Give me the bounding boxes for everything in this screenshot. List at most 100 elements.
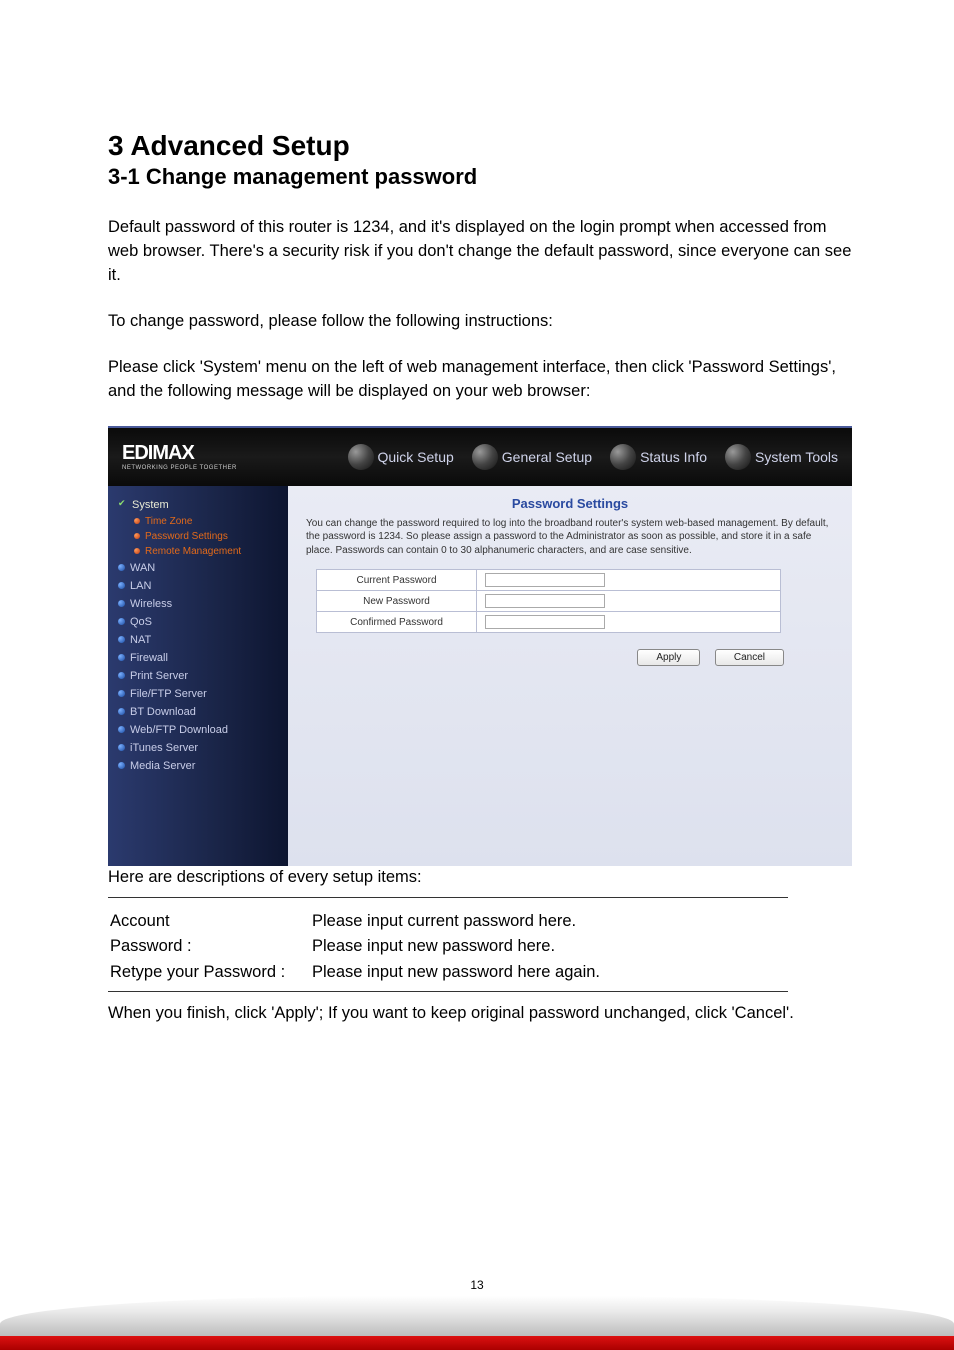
password-form-table: Current Password New Password Confirmed … (316, 569, 781, 633)
bullet-icon (118, 762, 125, 769)
sidebar-item-web-ftp-download[interactable]: Web/FTP Download (118, 721, 288, 739)
sidebar-item-label: File/FTP Server (130, 688, 207, 700)
bullet-icon (118, 564, 125, 571)
sidebar-item-label: Media Server (130, 760, 195, 772)
sidebar-item-wan[interactable]: WAN (118, 559, 288, 577)
apply-button[interactable]: Apply (637, 649, 700, 666)
sidebar-item-label: Web/FTP Download (130, 724, 228, 736)
globe-icon (472, 444, 498, 470)
current-password-input[interactable] (485, 573, 605, 587)
sidebar-item-media-server[interactable]: Media Server (118, 757, 288, 775)
table-row: New Password (317, 591, 781, 612)
nav-status-info[interactable]: Status Info (610, 444, 707, 470)
nav-label: System Tools (755, 449, 838, 465)
table-row: Current Password (317, 570, 781, 591)
nav-quick-setup[interactable]: Quick Setup (348, 444, 454, 470)
sidebar-item-qos[interactable]: QoS (118, 613, 288, 631)
sidebar-item-label: QoS (130, 616, 152, 628)
sidebar-item-nat[interactable]: NAT (118, 631, 288, 649)
sidebar-item-label: Firewall (130, 652, 168, 664)
footer-decoration (0, 1296, 954, 1350)
sidebar-item-file-ftp-server[interactable]: File/FTP Server (118, 685, 288, 703)
globe-icon (725, 444, 751, 470)
sidebar-item-system[interactable]: System (118, 496, 288, 514)
sidebar-item-label: Print Server (130, 670, 188, 682)
globe-icon (610, 444, 636, 470)
sidebar-item-label: Password Settings (145, 531, 228, 542)
bullet-icon (118, 618, 125, 625)
bullet-icon (118, 744, 125, 751)
form-label-confirmed-password: Confirmed Password (317, 612, 477, 633)
sidebar-item-label: iTunes Server (130, 742, 198, 754)
nav-system-tools[interactable]: System Tools (725, 444, 838, 470)
cancel-button[interactable]: Cancel (715, 649, 784, 666)
content-panel: Password Settings You can change the pas… (288, 486, 852, 866)
sidebar-item-label: NAT (130, 634, 151, 646)
sidebar-item-itunes-server[interactable]: iTunes Server (118, 739, 288, 757)
globe-icon (348, 444, 374, 470)
bullet-icon (118, 636, 125, 643)
confirmed-password-input[interactable] (485, 615, 605, 629)
bullet-icon (134, 533, 140, 539)
sidebar-item-label: LAN (130, 580, 151, 592)
sidebar-item-lan[interactable]: LAN (118, 577, 288, 595)
nav-label: Quick Setup (378, 449, 454, 465)
footer-red-band (0, 1336, 954, 1350)
nav-label: Status Info (640, 449, 707, 465)
nav-label: General Setup (502, 449, 592, 465)
new-password-input[interactable] (485, 594, 605, 608)
sidebar-item-label: Wireless (130, 598, 172, 610)
form-label-current-password: Current Password (317, 570, 477, 591)
bullet-icon (118, 582, 125, 589)
sidebar-item-label: WAN (130, 562, 155, 574)
sidebar-item-timezone[interactable]: Time Zone (118, 514, 288, 529)
sidebar-item-firewall[interactable]: Firewall (118, 649, 288, 667)
page-number: 13 (0, 1278, 954, 1292)
desc-key: Account (110, 910, 310, 934)
bullet-icon (134, 548, 140, 554)
sidebar-item-label: Time Zone (145, 516, 192, 527)
bullet-icon (118, 708, 125, 715)
bullet-icon (134, 518, 140, 524)
bullet-icon (118, 690, 125, 697)
section-heading: 3-1 Change management password (108, 164, 854, 190)
sidebar-item-label: System (132, 499, 169, 511)
table-row: Retype your Password :Please input new p… (110, 961, 600, 985)
divider (108, 897, 788, 898)
description-table: AccountPlease input current password her… (108, 908, 602, 988)
brand-name: EDIMAX (122, 442, 288, 465)
brand-logo: EDIMAX NETWORKING PEOPLE TOGETHER (108, 442, 288, 471)
sidebar-item-print-server[interactable]: Print Server (118, 667, 288, 685)
table-row: Confirmed Password (317, 612, 781, 633)
bullet-icon (118, 726, 125, 733)
desc-val: Please input new password here. (312, 935, 600, 959)
intro-paragraph-1: Default password of this router is 1234,… (108, 216, 854, 288)
desc-key: Retype your Password : (110, 961, 310, 985)
panel-description: You can change the password required to … (306, 517, 834, 558)
chapter-heading: 3 Advanced Setup (108, 130, 854, 162)
bullet-icon (118, 654, 125, 661)
brand-tagline: NETWORKING PEOPLE TOGETHER (122, 465, 288, 471)
sidebar-item-bt-download[interactable]: BT Download (118, 703, 288, 721)
router-header: EDIMAX NETWORKING PEOPLE TOGETHER Quick … (108, 428, 852, 486)
panel-title: Password Settings (306, 496, 834, 511)
sidebar-item-remote-management[interactable]: Remote Management (118, 544, 288, 559)
check-icon (118, 500, 127, 509)
desc-val: Please input new password here again. (312, 961, 600, 985)
form-label-new-password: New Password (317, 591, 477, 612)
sidebar-item-wireless[interactable]: Wireless (118, 595, 288, 613)
nav-general-setup[interactable]: General Setup (472, 444, 592, 470)
sidebar: System Time Zone Password Settings Remot… (108, 486, 288, 866)
bullet-icon (118, 672, 125, 679)
caption-after-figure: Here are descriptions of every setup ite… (108, 868, 854, 887)
bullet-icon (118, 600, 125, 607)
intro-paragraph-3: Please click 'System' menu on the left o… (108, 356, 854, 404)
top-nav: Quick Setup General Setup Status Info Sy… (288, 444, 852, 470)
desc-key: Password : (110, 935, 310, 959)
intro-paragraph-2: To change password, please follow the fo… (108, 310, 854, 334)
button-row: Apply Cancel (306, 633, 834, 666)
sidebar-item-password-settings[interactable]: Password Settings (118, 529, 288, 544)
footer-gray-band (0, 1296, 954, 1336)
table-row: Password :Please input new password here… (110, 935, 600, 959)
closing-paragraph: When you finish, click 'Apply'; If you w… (108, 1002, 854, 1026)
